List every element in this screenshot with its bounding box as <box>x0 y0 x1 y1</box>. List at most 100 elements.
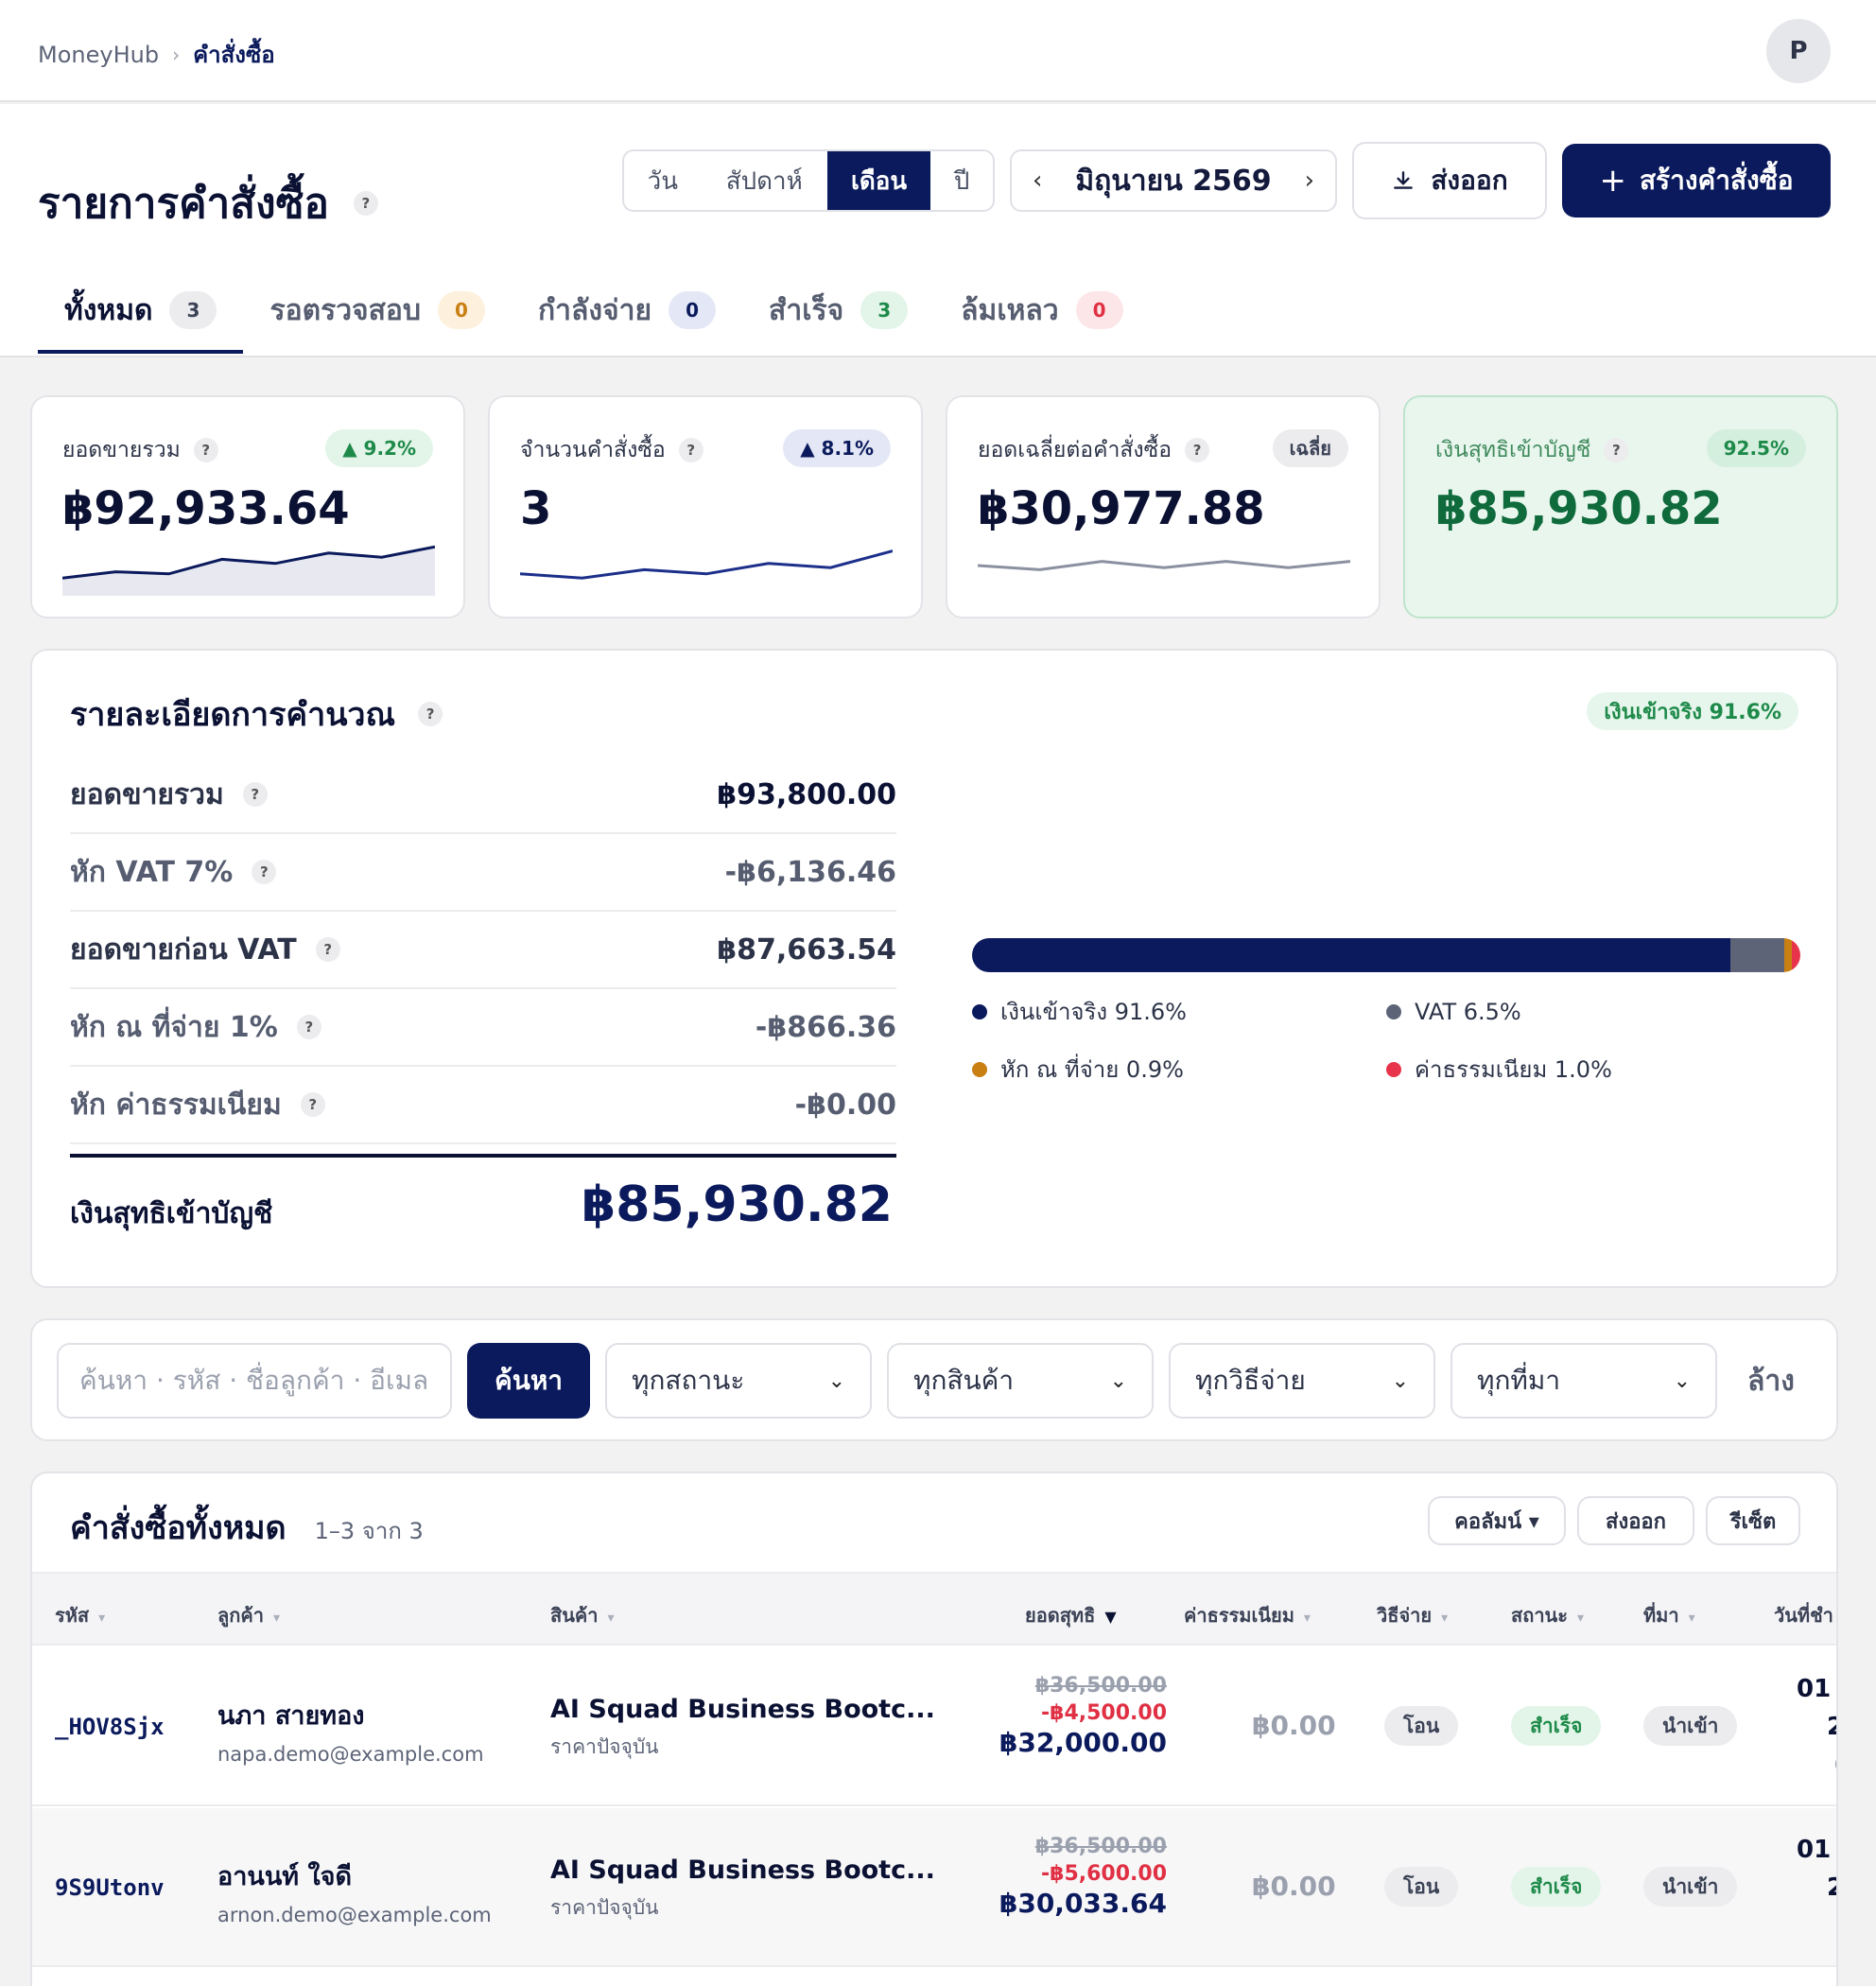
customer-name: นภา สายทอง <box>217 1701 365 1731</box>
legend-label: เงินเข้าจริง 91.6% <box>1000 999 1187 1025</box>
product-select[interactable]: ทุกสินค้า ⌄ <box>887 1343 1154 1419</box>
stat-card-order-count: จำนวนคำสั่งซื้อ? ▲ 8.1% 3 <box>488 395 923 618</box>
help-icon[interactable]: ? <box>296 1015 321 1039</box>
help-icon[interactable]: ? <box>1185 438 1210 462</box>
col-method[interactable]: วิธีจ่าย ▾ <box>1377 1600 1448 1630</box>
status-badge: สำเร็จ <box>1511 1706 1602 1746</box>
help-icon[interactable]: ? <box>193 438 218 462</box>
search-input[interactable]: ค้นหา · รหัส · ชื่อลูกค้า · อีเมล <box>57 1343 452 1419</box>
tab-label: กำลังจ่าย <box>538 293 652 327</box>
payment-select[interactable]: ทุกวิธีจ่าย ⌄ <box>1169 1343 1435 1419</box>
period-day[interactable]: วัน <box>624 151 702 210</box>
help-icon[interactable]: ? <box>418 702 443 726</box>
col-label: สินค้า <box>550 1604 599 1627</box>
col-fee[interactable]: ค่าธรรมเนียม ▾ <box>1184 1600 1311 1630</box>
chevron-down-icon: ⌄ <box>1391 1368 1409 1393</box>
sort-icon: ▾ <box>1441 1611 1449 1626</box>
stat-label-wrap: จำนวนคำสั่งซื้อ? <box>520 433 704 467</box>
help-icon[interactable]: ? <box>300 1092 325 1117</box>
page-title: รายการคำสั่งซื้อ <box>38 180 329 228</box>
net-label: เงินสุทธิเข้าบัญชี <box>70 1197 273 1230</box>
legend-dot <box>972 1061 987 1077</box>
tab-failed[interactable]: ล้มเหลว 0 <box>934 270 1149 350</box>
legend-item: เงินเข้าจริง 91.6% <box>972 993 1386 1030</box>
col-code[interactable]: รหัส ▾ <box>55 1600 105 1630</box>
period-month[interactable]: เดือน <box>826 151 931 210</box>
tab-success[interactable]: สำเร็จ 3 <box>742 270 934 350</box>
method-chip: โอน <box>1384 1706 1459 1746</box>
sparkline-line <box>978 560 1350 571</box>
col-customer[interactable]: ลูกค้า ▾ <box>217 1600 280 1630</box>
help-icon[interactable]: ? <box>353 191 378 216</box>
tab-count: 3 <box>169 291 217 329</box>
tab-count: 0 <box>669 291 717 329</box>
period-year[interactable]: ปี <box>930 151 993 210</box>
col-label: ลูกค้า <box>217 1604 264 1627</box>
chevron-left-icon[interactable]: ‹ <box>1033 166 1042 195</box>
fee-amount: ฿0.00 <box>1252 1710 1336 1741</box>
tab-label: ล้มเหลว <box>961 293 1059 327</box>
breadcrumb-home[interactable]: MoneyHub <box>38 42 159 68</box>
help-icon[interactable]: ? <box>242 782 268 807</box>
table-row[interactable]: 9S9Utonv อานนท์ ใจดี arnon.demo@example.… <box>32 1808 1836 1967</box>
table-row[interactable]: _HOV8Sjx นภา สายทอง napa.demo@example.co… <box>32 1647 1836 1806</box>
search-button[interactable]: ค้นหา <box>467 1343 590 1419</box>
sort-icon: ▾ <box>272 1611 281 1626</box>
col-status[interactable]: สถานะ ▾ <box>1511 1600 1584 1630</box>
breakdown-title: รายละเอียดการคำนวณ <box>70 696 396 734</box>
source-select[interactable]: ทุกที่มา ⌄ <box>1450 1343 1717 1419</box>
order-code[interactable]: 9S9Utonv <box>55 1874 165 1901</box>
tab-paying[interactable]: กำลังจ่าย 0 <box>512 270 742 350</box>
columns-button[interactable]: คอลัมน์ ▾ <box>1428 1496 1566 1545</box>
breakdown-title-wrap: รายละเอียดการคำนวณ ? <box>70 688 443 740</box>
create-order-button[interactable]: + สร้างคำสั่งซื้อ <box>1562 144 1831 218</box>
col-net[interactable]: ยอดสุทธิ ▼ <box>1025 1600 1117 1630</box>
order-code[interactable]: _HOV8Sjx <box>55 1714 165 1740</box>
page-header: รายการคำสั่งซื้อ ? วัน สัปดาห์ เดือน ปี … <box>0 104 1876 357</box>
breadcrumb-separator-icon: › <box>172 43 181 66</box>
help-icon[interactable]: ? <box>315 937 340 962</box>
date-line: 1 <box>1797 1907 1836 1944</box>
customer-cell: นภา สายทอง napa.demo@example.com <box>217 1695 484 1766</box>
help-icon[interactable]: ? <box>252 860 277 884</box>
date-line: 01 <box>1797 1675 1832 1703</box>
method-cell: โอน <box>1384 1706 1459 1746</box>
sparkline-line <box>520 549 893 580</box>
net-amount-cell: ฿36,500.00 -฿4,500.00 ฿32,000.00 <box>978 1674 1167 1758</box>
distribution-legend: เงินเข้าจริง 91.6% VAT 6.5% หัก ณ ที่จ่า… <box>972 993 1800 1088</box>
col-source[interactable]: ที่มา ▾ <box>1643 1600 1695 1630</box>
stat-label-wrap: ยอดขายรวม? <box>62 433 218 467</box>
source-chip: นำเข้า <box>1643 1867 1738 1907</box>
chevron-right-icon[interactable]: › <box>1305 166 1314 195</box>
row-label-wrap: หัก VAT 7%? <box>70 850 277 895</box>
table-export-button[interactable]: ส่งออก <box>1577 1496 1694 1545</box>
row-label: ยอดขายก่อน VAT <box>70 932 297 967</box>
help-icon[interactable]: ? <box>678 438 704 462</box>
export-button[interactable]: ส่งออก <box>1352 142 1547 219</box>
col-date[interactable]: วันที่ชำ <box>1774 1600 1833 1630</box>
reset-button[interactable]: รีเซ็ต <box>1706 1496 1800 1545</box>
legend-label: VAT 6.5% <box>1415 998 1521 1025</box>
help-icon[interactable]: ? <box>1604 438 1629 462</box>
period-week[interactable]: สัปดาห์ <box>702 151 827 210</box>
method-cell: โอน <box>1384 1867 1459 1907</box>
table-title-wrap: คำสั่งซื้อทั้งหมด 1–3 จาก 3 <box>70 1502 424 1553</box>
download-icon <box>1394 171 1414 189</box>
status-select[interactable]: ทุกสถานะ ⌄ <box>605 1343 872 1419</box>
date-line: 25 <box>1797 1708 1836 1746</box>
tab-pending[interactable]: รอตรวจสอบ 0 <box>243 270 512 350</box>
table-range: 1–3 จาก 3 <box>314 1518 424 1544</box>
chevron-down-icon: ⌄ <box>1109 1368 1127 1393</box>
avatar[interactable]: P <box>1766 19 1831 83</box>
distribution-bar <box>972 938 1800 972</box>
col-product[interactable]: สินค้า ▾ <box>550 1600 615 1630</box>
period-toggle: วัน สัปดาห์ เดือน ปี <box>622 149 995 212</box>
row-value: -฿0.00 <box>794 1088 896 1122</box>
status-badge: สำเร็จ <box>1511 1867 1602 1907</box>
clear-filters-button[interactable]: ล้าง <box>1747 1343 1795 1419</box>
row-value: ฿93,800.00 <box>717 777 896 811</box>
source-chip: นำเข้า <box>1643 1706 1738 1746</box>
legend-label: หัก ณ ที่จ่าย 0.9% <box>1000 1056 1184 1083</box>
tab-all[interactable]: ทั้งหมด 3 <box>38 270 244 354</box>
stat-badge: เฉลี่ย <box>1272 429 1348 467</box>
